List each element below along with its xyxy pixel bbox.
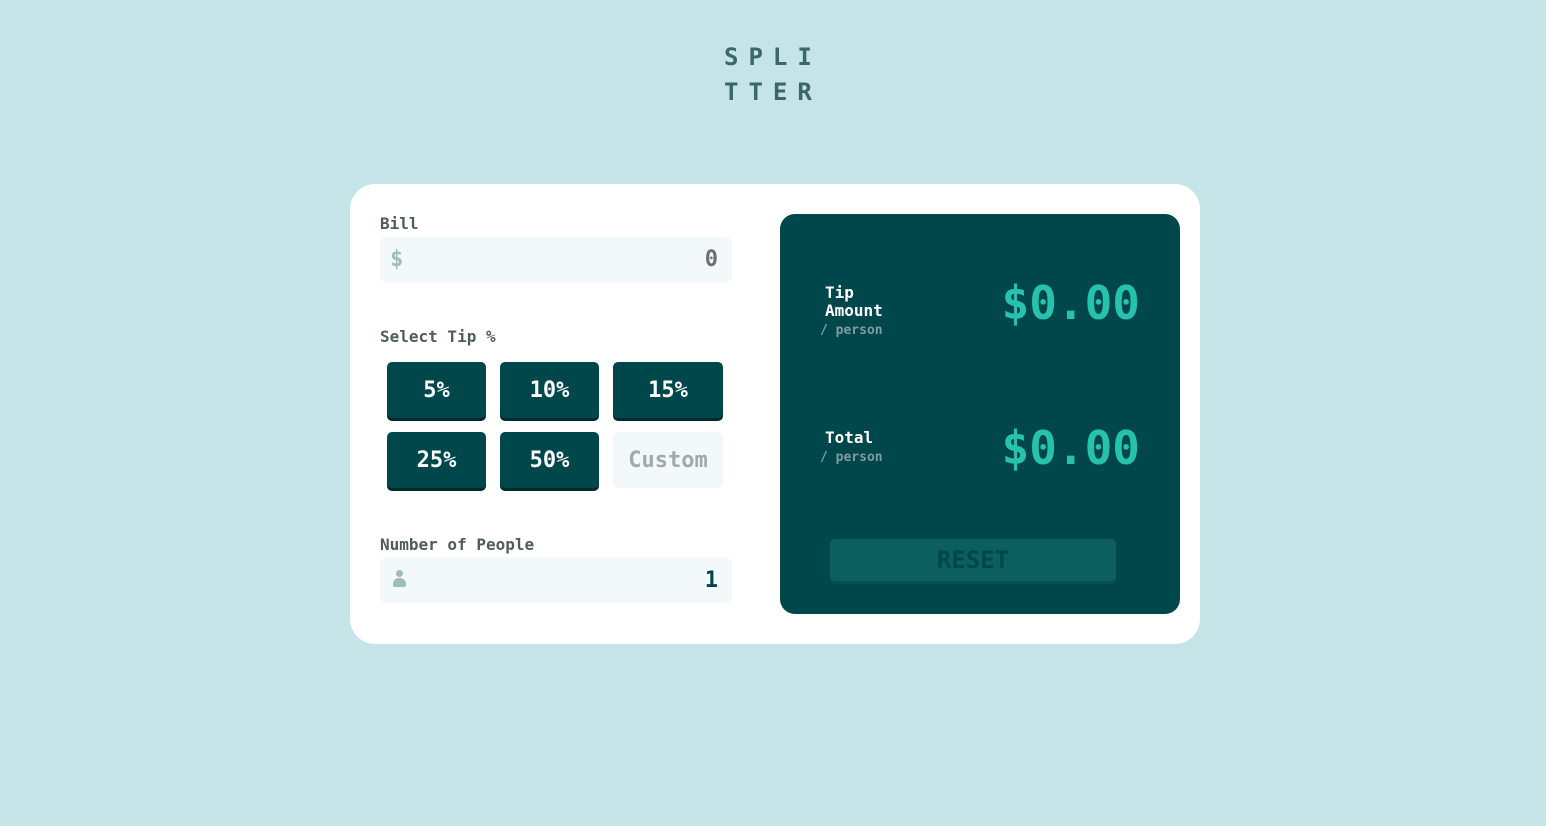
select-tip-label: Select Tip % (380, 327, 496, 346)
logo-line-1: SPLI (724, 43, 822, 71)
dollar-icon: $ (390, 247, 404, 272)
people-label: Number of People (380, 535, 535, 554)
bill-input[interactable] (418, 237, 718, 282)
tip-amount-label: Tip Amount (825, 284, 883, 320)
tip-25-button[interactable]: 25% (387, 432, 486, 488)
people-field[interactable] (380, 558, 732, 603)
people-input[interactable] (418, 558, 718, 603)
total-value: $0.00 (1001, 421, 1140, 475)
tip-amount-sub: / person (820, 323, 883, 338)
logo-line-2: TTER (724, 78, 822, 106)
person-icon (393, 570, 406, 588)
total-label: Total (825, 428, 874, 447)
tip-amount-value: $0.00 (1001, 276, 1140, 330)
tip-50-button[interactable]: 50% (500, 432, 599, 488)
reset-button[interactable]: RESET (830, 539, 1116, 581)
tip-amount-label-line2: Amount (825, 301, 883, 320)
tip-5-button[interactable]: 5% (387, 362, 486, 418)
bill-label: Bill (380, 214, 419, 233)
bill-field[interactable]: $ (380, 237, 732, 282)
results-panel: Tip Amount / person $0.00 Total / person… (780, 214, 1180, 614)
calculator-card: Bill $ Select Tip % 5% 10% 15% 25% 50% C… (350, 184, 1200, 644)
total-sub: / person (820, 450, 883, 465)
tip-15-button[interactable]: 15% (613, 362, 723, 418)
app-logo: SPLI TTER (724, 40, 824, 110)
custom-tip-input[interactable]: Custom (613, 432, 723, 488)
tip-10-button[interactable]: 10% (500, 362, 599, 418)
tip-amount-label-line1: Tip (825, 283, 854, 302)
